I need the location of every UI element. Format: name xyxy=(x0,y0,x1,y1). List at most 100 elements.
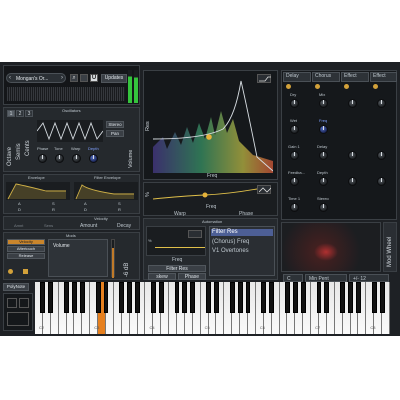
black-key[interactable] xyxy=(269,282,275,313)
scale-key-select[interactable]: C xyxy=(283,274,303,282)
release-mod-button[interactable]: Release xyxy=(7,253,45,259)
black-key[interactable] xyxy=(135,282,140,313)
octave-marker: C2 xyxy=(39,325,45,330)
black-key[interactable] xyxy=(245,282,251,313)
black-key[interactable] xyxy=(324,282,330,313)
preset-selector[interactable]: ‹ Mongan's Or... › xyxy=(6,73,66,83)
chorus-stereo-knob[interactable] xyxy=(319,203,328,212)
black-key[interactable] xyxy=(261,282,267,313)
velocity-mod-button[interactable]: Velocity xyxy=(7,239,45,245)
black-key[interactable] xyxy=(150,282,156,313)
effect4-knob-1[interactable] xyxy=(377,99,386,108)
warp-knob[interactable] xyxy=(72,154,81,163)
black-key[interactable] xyxy=(348,282,353,313)
black-key[interactable] xyxy=(206,282,211,313)
delay-dry-knob[interactable] xyxy=(290,99,299,108)
black-key[interactable] xyxy=(237,282,243,313)
black-key[interactable] xyxy=(182,282,188,313)
effect-slot-3[interactable]: Effect xyxy=(341,72,369,82)
black-key[interactable] xyxy=(379,282,385,313)
chorus-freq-knob[interactable] xyxy=(319,125,328,134)
black-key[interactable] xyxy=(48,282,54,313)
search-icon[interactable]: ⌕ xyxy=(70,74,78,82)
next-preset-icon[interactable]: › xyxy=(61,75,63,81)
scale-range-select[interactable]: +/- 12 xyxy=(349,274,389,282)
black-key[interactable] xyxy=(103,282,109,313)
effect-power-3-icon[interactable] xyxy=(344,84,349,89)
black-key[interactable] xyxy=(356,282,361,313)
aftertouch-mod-button[interactable]: Aftertouch xyxy=(7,246,45,252)
automation-item-v1-overtones[interactable]: V1 Overtones xyxy=(212,248,249,254)
delay-feedback-knob[interactable] xyxy=(290,177,299,186)
osc-tab-3[interactable]: 3 xyxy=(25,110,33,117)
black-key[interactable] xyxy=(371,282,377,313)
automation-shape-icon[interactable] xyxy=(188,230,202,238)
black-key[interactable] xyxy=(174,282,180,313)
updates-button[interactable]: Updates xyxy=(101,74,127,83)
chorus-mix-knob[interactable] xyxy=(319,99,328,108)
automation-item-chorus-freq[interactable]: (Chorus) Freq xyxy=(212,239,249,245)
chorus-depth-knob[interactable] xyxy=(319,177,328,186)
osc-tab-1[interactable]: 1 xyxy=(7,110,15,117)
automation-target-button[interactable]: Filter Res xyxy=(148,265,206,272)
scale-mode-select[interactable]: Min Pent xyxy=(305,274,347,282)
effect-power-chorus-icon[interactable] xyxy=(315,84,320,89)
mod-toggle-icon[interactable] xyxy=(8,269,13,274)
effect4-knob-2[interactable] xyxy=(377,151,386,160)
polynote-button[interactable]: PolyNote xyxy=(3,283,29,291)
automation-item-filter-res[interactable]: Filter Res xyxy=(211,229,273,236)
chorus-delay-knob[interactable] xyxy=(319,151,328,160)
effect-power-4-icon[interactable] xyxy=(373,84,378,89)
black-key[interactable] xyxy=(72,282,77,313)
black-key[interactable] xyxy=(40,282,46,313)
black-key[interactable] xyxy=(190,282,196,313)
pan-button[interactable]: Pan xyxy=(106,130,124,137)
velocity-decay-label[interactable]: Decay xyxy=(117,224,131,229)
delay-time-knob[interactable] xyxy=(290,203,299,212)
black-key[interactable] xyxy=(229,282,235,313)
black-key[interactable] xyxy=(158,282,164,313)
effect-slot-chorus[interactable]: Chorus xyxy=(312,72,340,82)
phase-knob[interactable] xyxy=(38,154,47,163)
chorus-stereo-label: Stereo xyxy=(317,196,329,201)
xy-pad[interactable] xyxy=(281,222,381,272)
tone-knob[interactable] xyxy=(55,154,64,163)
delay-gain-knob[interactable] xyxy=(290,151,299,160)
lfo-shape-icon[interactable] xyxy=(257,185,271,194)
effect3-knob-3[interactable] xyxy=(348,177,357,186)
depth-knob[interactable] xyxy=(89,154,98,163)
stereo-button[interactable]: Stereo xyxy=(106,121,124,128)
mod-toggle-icon-2[interactable] xyxy=(23,269,28,274)
black-key[interactable] xyxy=(285,282,290,313)
effect-slot-4[interactable]: Effect xyxy=(370,72,397,82)
effect3-knob-2[interactable] xyxy=(348,151,357,160)
effect-slot-delay[interactable]: Delay xyxy=(283,72,311,82)
effect3-knob-1[interactable] xyxy=(348,99,357,108)
black-key[interactable] xyxy=(64,282,69,313)
black-key[interactable] xyxy=(79,282,85,313)
black-key[interactable] xyxy=(316,282,322,313)
save-icon[interactable] xyxy=(80,74,88,82)
black-key[interactable] xyxy=(300,282,306,313)
black-key[interactable] xyxy=(119,282,125,313)
automation-phase-button[interactable]: Phase xyxy=(178,273,206,280)
black-key[interactable] xyxy=(214,282,219,313)
prev-preset-icon[interactable]: ‹ xyxy=(9,75,11,81)
skew-button[interactable]: skew xyxy=(148,273,176,280)
info-icon[interactable]: U xyxy=(90,74,98,82)
mod-level-slider[interactable] xyxy=(111,239,115,278)
velocity-amount-label[interactable]: Amount xyxy=(80,224,97,229)
effect-power-delay-icon[interactable] xyxy=(286,84,291,89)
piano-keyboard[interactable]: C2 C3 C4 C5 C6 C7 C8 xyxy=(35,282,390,334)
mod-wheel[interactable]: Mod Wheel xyxy=(383,222,397,272)
osc-tab-2[interactable]: 2 xyxy=(16,110,24,117)
black-key[interactable] xyxy=(127,282,133,313)
delay-wet-knob[interactable] xyxy=(290,125,299,134)
mod-target-box[interactable]: Volume xyxy=(48,239,108,277)
filter-freq-label: Freq xyxy=(207,173,218,179)
black-key[interactable] xyxy=(95,282,101,313)
black-key[interactable] xyxy=(292,282,298,313)
black-key[interactable] xyxy=(340,282,346,313)
velocity-title: Velocity xyxy=(94,216,108,221)
effect4-knob-3[interactable] xyxy=(377,177,386,186)
